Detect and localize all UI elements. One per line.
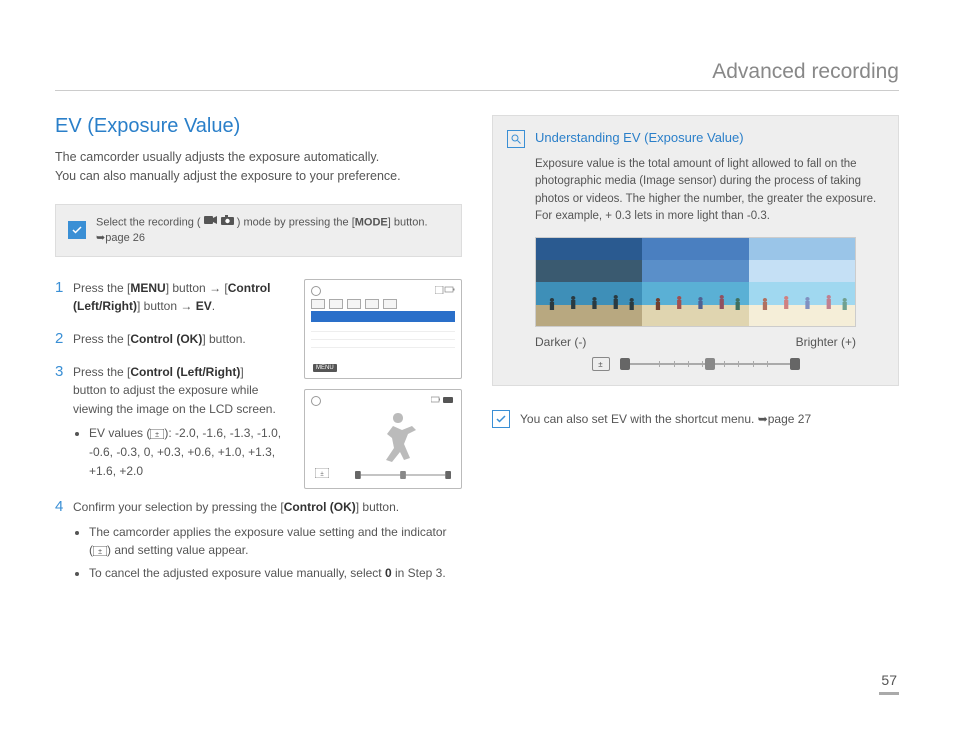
check-icon	[68, 221, 86, 239]
footnote-text: You can also set EV with the shortcut me…	[520, 412, 811, 426]
section-title: EV (Exposure Value)	[55, 115, 462, 138]
photo-mode-icon	[221, 215, 234, 230]
note-text: Select the recording ( ) mode by pressin…	[96, 215, 449, 246]
step-3: 3 Press the [Control (Left/Right)] butto…	[55, 363, 462, 485]
preview-dark-sky	[536, 238, 642, 282]
preview-mid-beach	[642, 282, 748, 326]
page-number: 57	[879, 672, 899, 695]
svg-text:±: ±	[98, 549, 102, 556]
note-icon	[492, 410, 510, 428]
left-column: EV (Exposure Value) The camcorder usuall…	[55, 115, 462, 601]
darker-label: Darker (-)	[535, 335, 586, 349]
preview-bright-beach	[749, 282, 855, 326]
step-number: 1	[55, 279, 73, 316]
step-1: 1 Press the [MENU] button → [Control (Le…	[55, 279, 462, 316]
understanding-ev-box: Understanding EV (Exposure Value) Exposu…	[492, 115, 899, 386]
ev-indicator-icon: ±	[93, 543, 107, 557]
svg-text:±: ±	[155, 432, 159, 439]
video-mode-icon	[204, 215, 218, 230]
intro-text: The camcorder usually adjusts the exposu…	[55, 148, 462, 186]
step-number: 2	[55, 330, 73, 349]
chapter-title: Advanced recording	[55, 60, 899, 91]
right-column: Understanding EV (Exposure Value) Exposu…	[492, 115, 899, 601]
info-title: Understanding EV (Exposure Value)	[535, 130, 744, 148]
preview-bright-sky	[749, 238, 855, 282]
magnifier-icon	[507, 130, 525, 148]
step-2: 2 Press the [Control (OK)] button.	[55, 330, 462, 349]
prerequisite-note: Select the recording ( ) mode by pressin…	[55, 204, 462, 257]
preview-dark-beach	[536, 282, 642, 326]
brighter-label: Brighter (+)	[796, 335, 856, 349]
step-number: 4	[55, 498, 73, 586]
footnote: You can also set EV with the shortcut me…	[492, 410, 899, 428]
step-4: 4 Confirm your selection by pressing the…	[55, 498, 462, 586]
step-number: 3	[55, 363, 73, 485]
info-body: Exposure value is the total amount of li…	[535, 156, 884, 225]
preview-mid-sky	[642, 238, 748, 282]
ev-indicator-icon: ±	[592, 357, 610, 371]
ev-indicator-icon: ±	[150, 426, 164, 440]
ev-scale-slider	[620, 359, 800, 369]
exposure-preview-images	[535, 237, 856, 327]
